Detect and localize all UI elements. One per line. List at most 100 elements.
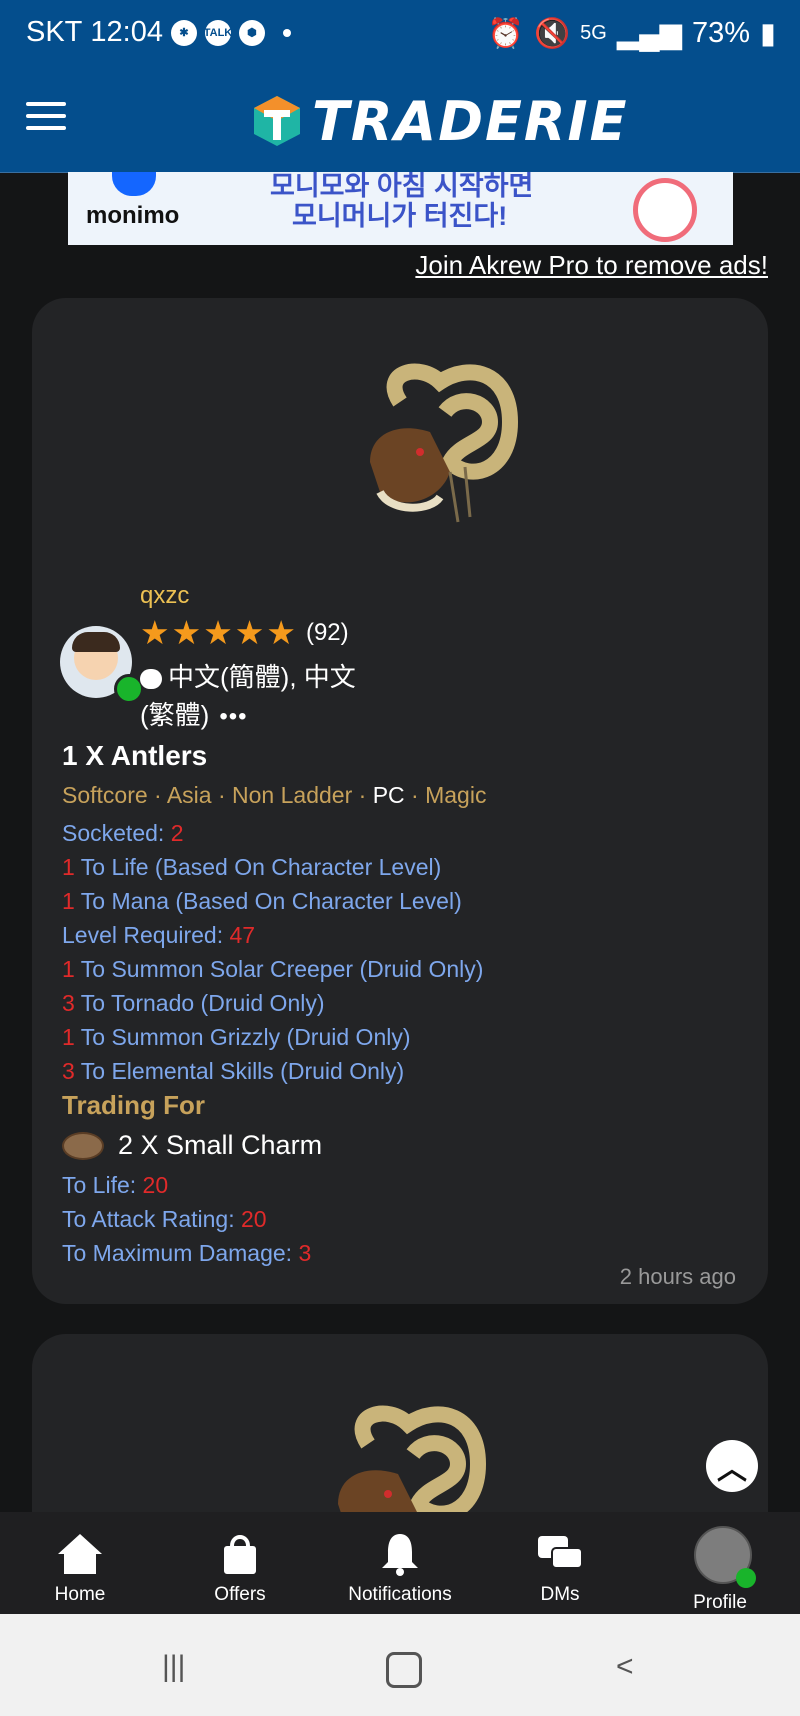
wanted-property-row: To Maximum Damage: 3 <box>62 1236 311 1270</box>
scroll-to-top-button[interactable]: ︿ <box>706 1440 758 1492</box>
meta-segment: Softcore <box>62 782 148 808</box>
property-row: 1 To Mana (Based On Character Level) <box>62 884 483 918</box>
ad-banner[interactable]: monimo 모니모와 아침 시작하면 모니머니가 터진다! <box>68 172 733 245</box>
property-label: To Maximum Damage: <box>62 1240 299 1266</box>
network-type: 5G <box>580 22 607 44</box>
property-value: 3 <box>62 990 75 1016</box>
tab-label: Notifications <box>348 1584 452 1605</box>
property-value: 2 <box>170 820 184 846</box>
recent-apps-icon[interactable]: ||| <box>162 1650 185 1683</box>
home-nav-icon[interactable] <box>386 1652 422 1688</box>
star-icon: ★ <box>266 614 296 651</box>
ad-brand: monimo <box>86 202 180 229</box>
system-nav-bar: ||| < <box>0 1614 800 1716</box>
property-label: To Life (Based On Character Level) <box>74 854 442 880</box>
battery-percent: 73% <box>691 17 751 49</box>
languages-text: 中文(簡體), 中文(繁體) <box>140 662 356 730</box>
property-value: 1 <box>62 888 75 914</box>
property-row: Level Required: 47 <box>62 918 483 952</box>
seller-username[interactable]: qxzc <box>140 582 189 610</box>
seller-rating[interactable]: ★ ★ ★ ★ ★ (92) <box>140 616 349 649</box>
status-bar: SKT 12:04 ✱ TALK ⬢ ⏰ 🔇 5G ▂▄▆ 73% ▮ <box>0 0 800 70</box>
tab-dms[interactable]: DMs <box>480 1512 640 1614</box>
mute-icon: 🔇 <box>534 17 571 50</box>
tab-label: Offers <box>214 1584 266 1605</box>
meta-segment: PC <box>372 782 405 808</box>
item-properties: Socketed: 21 To Life (Based On Character… <box>62 816 483 1088</box>
trading-for-heading: Trading For <box>62 1090 205 1120</box>
property-label: To Summon Solar Creeper (Druid Only) <box>74 956 484 982</box>
chat-icon <box>538 1536 583 1569</box>
signal-icon: ▂▄▆ <box>616 18 682 50</box>
property-label: To Elemental Skills (Druid Only) <box>74 1058 405 1084</box>
property-value: 1 <box>62 854 75 880</box>
meta-segment: · <box>211 782 233 808</box>
monimo-logo-icon <box>112 172 156 196</box>
star-icon: ★ <box>203 614 233 651</box>
property-row: Socketed: 2 <box>62 816 483 850</box>
wanted-item-label: 2 X Small Charm <box>118 1130 323 1160</box>
online-status-icon <box>736 1568 756 1588</box>
property-label: To Mana (Based On Character Level) <box>74 888 462 914</box>
status-left: SKT 12:04 ✱ TALK ⬢ <box>26 16 291 49</box>
property-label: To Life: <box>62 1172 143 1198</box>
property-label: To Tornado (Druid Only) <box>74 990 325 1016</box>
wanted-properties: To Life: 20 To Attack Rating: 20 To Maximu… <box>62 1168 311 1270</box>
join-akrew-pro-link[interactable]: Join Akrew Pro to remove ads! <box>415 250 768 281</box>
property-value: 3 <box>62 1058 75 1084</box>
home-icon <box>58 1534 102 1574</box>
meta-segment: · <box>404 782 426 808</box>
property-row: 3 To Tornado (Druid Only) <box>62 986 483 1020</box>
wanted-property-row: To Life: 20 <box>62 1168 311 1202</box>
speech-bubble-icon <box>140 669 162 690</box>
property-row: 1 To Summon Grizzly (Druid Only) <box>62 1020 483 1054</box>
tab-offers[interactable]: Offers <box>160 1512 320 1614</box>
listing-card[interactable]: qxzc ★ ★ ★ ★ ★ (92) 中文(簡體), 中文(繁體) ••• 1 … <box>32 298 768 1304</box>
status-right: ⏰ 🔇 5G ▂▄▆ 73% ▮ <box>488 16 776 51</box>
settings-wheel-icon: ✱ <box>170 19 197 46</box>
traderie-logo[interactable]: TRADERIE <box>252 86 628 156</box>
property-row: 3 To Elemental Skills (Druid Only) <box>62 1054 483 1088</box>
property-label: Level Required: <box>62 922 230 948</box>
antlers-item-image <box>370 363 519 523</box>
logo-mark-icon <box>254 96 300 146</box>
logo-text: TRADERIE <box>312 89 629 153</box>
app-header: TRADERIE <box>0 70 800 173</box>
property-value: 1 <box>62 1024 75 1050</box>
property-row: 1 To Life (Based On Character Level) <box>62 850 483 884</box>
wanted-item[interactable]: 2 X Small Charm <box>62 1130 322 1161</box>
clock-label: 12:04 <box>90 16 163 48</box>
alarm-clock-icon <box>633 178 697 242</box>
star-icon: ★ <box>140 614 170 651</box>
bell-icon <box>382 1534 418 1576</box>
property-label: To Summon Grizzly (Druid Only) <box>74 1024 411 1050</box>
meta-segment: · <box>352 782 373 808</box>
tab-label: Home <box>54 1584 106 1605</box>
tab-profile[interactable]: Profile <box>640 1512 800 1614</box>
back-icon[interactable]: < <box>616 1650 634 1683</box>
meta-segment: Non Ladder <box>232 782 353 808</box>
property-value: 3 <box>298 1240 312 1266</box>
rating-count: (92) <box>305 618 349 646</box>
tab-label: Profile <box>693 1592 747 1613</box>
listing-title[interactable]: 1 X Antlers <box>62 740 207 772</box>
tab-home[interactable]: Home <box>0 1512 160 1614</box>
alarm-icon: ⏰ <box>487 17 525 50</box>
avatar-hair <box>72 632 120 652</box>
more-options-button[interactable]: ••• <box>219 703 247 730</box>
property-value: 1 <box>62 956 75 982</box>
meta-segment: · <box>147 782 167 808</box>
menu-icon[interactable] <box>26 102 66 136</box>
property-value: 47 <box>229 922 256 948</box>
bag-icon <box>224 1535 256 1574</box>
wanted-property-row: To Attack Rating: 20 <box>62 1202 311 1236</box>
posted-time: 2 hours ago <box>619 1264 736 1289</box>
property-value: 20 <box>240 1206 267 1232</box>
small-charm-icon <box>62 1131 104 1160</box>
tab-notifications[interactable]: Notifications <box>320 1512 480 1614</box>
shield-icon: ⬢ <box>238 19 265 46</box>
bottom-tab-bar: Home Offers Notifications DMs Profile <box>0 1512 800 1614</box>
tab-label: DMs <box>540 1584 580 1605</box>
meta-segment: Asia <box>166 782 212 808</box>
ad-subheadline: 모니머니가 터진다! <box>292 201 508 231</box>
